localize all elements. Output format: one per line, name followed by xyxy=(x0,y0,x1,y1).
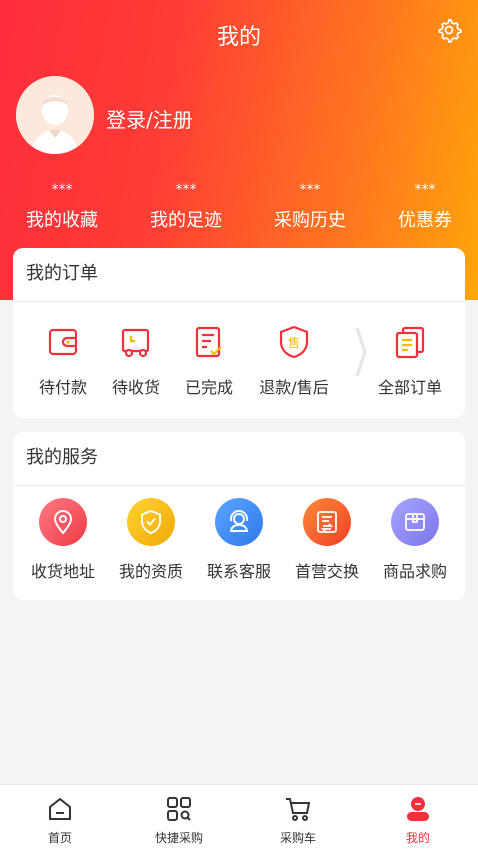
services-title: 我的服务 xyxy=(13,432,465,486)
stat-coupons[interactable]: *** 优惠券 xyxy=(365,180,478,232)
tab-label: 我的 xyxy=(405,831,430,845)
order-label: 退款/售后 xyxy=(259,378,329,397)
stat-value: *** xyxy=(175,182,197,198)
tab-home[interactable]: 首页 xyxy=(20,795,100,846)
order-completed[interactable]: 已完成 xyxy=(164,324,254,398)
service-label: 收货地址 xyxy=(30,562,95,581)
service-label: 我的资质 xyxy=(118,562,183,581)
service-label: 联系客服 xyxy=(206,562,271,581)
after-sales-shield-icon: 售 xyxy=(279,325,309,359)
stat-footprint[interactable]: *** 我的足迹 xyxy=(126,180,246,232)
stat-label: 优惠券 xyxy=(398,210,452,231)
orders-title: 我的订单 xyxy=(13,248,465,302)
stat-label: 采购历史 xyxy=(274,210,346,231)
service-customer-support[interactable]: 联系客服 xyxy=(194,498,284,582)
order-after-sales[interactable]: 售 退款/售后 xyxy=(249,324,339,398)
order-all[interactable]: 全部订单 xyxy=(365,324,455,398)
stat-favorites[interactable]: *** 我的收藏 xyxy=(2,180,122,232)
location-pin-icon xyxy=(39,498,87,546)
shield-check-icon xyxy=(127,498,175,546)
service-address[interactable]: 收货地址 xyxy=(18,498,108,582)
completed-doc-icon xyxy=(195,326,222,358)
profile-stats: *** 我的收藏 *** 我的足迹 *** 采购历史 *** 优惠券 xyxy=(0,180,478,240)
all-orders-icon xyxy=(395,326,425,359)
quick-purchase-icon xyxy=(167,797,191,821)
service-qualification[interactable]: 我的资质 xyxy=(106,498,196,582)
stat-purchase-history[interactable]: *** 采购历史 xyxy=(250,180,370,232)
login-register-link[interactable]: 登录/注册 xyxy=(106,104,193,133)
default-avatar-icon xyxy=(16,76,94,154)
headset-icon xyxy=(215,498,263,546)
services-card: 我的服务 收货地址 我的资质 联系客服 首营交换 商品求购 xyxy=(13,432,465,600)
tab-label: 快捷采购 xyxy=(154,831,203,845)
cart-icon xyxy=(286,798,311,821)
stat-label: 我的收藏 xyxy=(26,210,98,231)
wallet-icon xyxy=(48,328,78,356)
truck-icon xyxy=(121,328,150,358)
tab-cart[interactable]: 采购车 xyxy=(258,795,338,846)
box-icon xyxy=(391,498,439,546)
settings-gear-icon[interactable] xyxy=(436,17,462,43)
avatar[interactable] xyxy=(16,76,94,154)
orders-card: 我的订单 待付款 待收货 已完成 售 退款/售后 全部订单 xyxy=(13,248,465,418)
svg-text:售: 售 xyxy=(288,335,300,350)
service-label: 首营交换 xyxy=(294,562,359,581)
tab-label: 首页 xyxy=(47,831,72,845)
service-first-exchange[interactable]: 首营交换 xyxy=(282,498,372,582)
page-title: 我的 xyxy=(216,25,261,50)
exchange-doc-icon xyxy=(303,498,351,546)
service-label: 商品求购 xyxy=(382,562,447,581)
profile-icon xyxy=(407,797,429,821)
tab-label: 采购车 xyxy=(279,831,316,845)
stat-value: *** xyxy=(51,182,73,198)
service-product-request[interactable]: 商品求购 xyxy=(370,498,460,582)
order-label: 已完成 xyxy=(184,378,233,397)
bottom-tab-bar: 首页 快捷采购 采购车 我的 xyxy=(0,784,478,850)
tab-quick-purchase[interactable]: 快捷采购 xyxy=(139,795,219,846)
tab-profile[interactable]: 我的 xyxy=(378,795,458,846)
order-label: 全部订单 xyxy=(377,378,442,397)
stat-value: *** xyxy=(299,182,321,198)
home-icon xyxy=(49,798,71,820)
stat-label: 我的足迹 xyxy=(150,210,222,231)
stat-value: *** xyxy=(414,182,436,198)
